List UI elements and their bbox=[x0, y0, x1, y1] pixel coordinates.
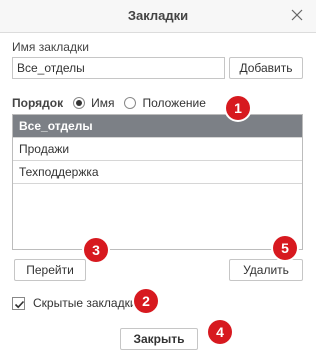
radio-checked-icon bbox=[73, 97, 86, 109]
list-item[interactable]: Все_отделы bbox=[13, 115, 302, 138]
order-radio-name-label: Имя bbox=[91, 96, 115, 110]
bookmark-name-input[interactable] bbox=[12, 57, 225, 79]
bookmark-name-label: Имя закладки bbox=[12, 40, 89, 54]
close-icon[interactable] bbox=[288, 6, 306, 24]
annotation-badge-5: 5 bbox=[273, 236, 297, 260]
dialog-titlebar: Закладки bbox=[0, 0, 316, 33]
list-item[interactable]: Техподдержка bbox=[13, 161, 302, 184]
annotation-badge-3: 3 bbox=[84, 238, 108, 262]
annotation-badge-4: 4 bbox=[208, 320, 232, 344]
hidden-bookmarks-label: Скрытые закладки bbox=[33, 296, 137, 310]
add-button[interactable]: Добавить bbox=[229, 57, 303, 79]
annotation-badge-1: 1 bbox=[226, 96, 250, 120]
bookmark-list[interactable]: Все_отделы Продажи Техподдержка bbox=[12, 114, 303, 250]
bookmarks-dialog: Закладки Имя закладки Добавить Порядок И… bbox=[0, 0, 316, 358]
checkbox-checked-icon bbox=[12, 296, 25, 310]
order-label: Порядок bbox=[12, 96, 64, 110]
order-row: Порядок Имя Положение bbox=[12, 95, 216, 111]
hidden-bookmarks-checkbox[interactable]: Скрытые закладки bbox=[12, 296, 137, 310]
order-radio-position[interactable]: Положение bbox=[124, 96, 206, 110]
dialog-title: Закладки bbox=[127, 8, 189, 23]
order-radio-position-label: Положение bbox=[142, 96, 206, 110]
order-radio-name[interactable]: Имя bbox=[73, 96, 114, 110]
close-button[interactable]: Закрыть bbox=[120, 328, 198, 350]
delete-button[interactable]: Удалить bbox=[229, 259, 303, 281]
radio-unchecked-icon bbox=[124, 97, 137, 109]
go-button[interactable]: Перейти bbox=[14, 259, 86, 281]
list-item[interactable]: Продажи bbox=[13, 138, 302, 161]
annotation-badge-2: 2 bbox=[134, 289, 158, 313]
